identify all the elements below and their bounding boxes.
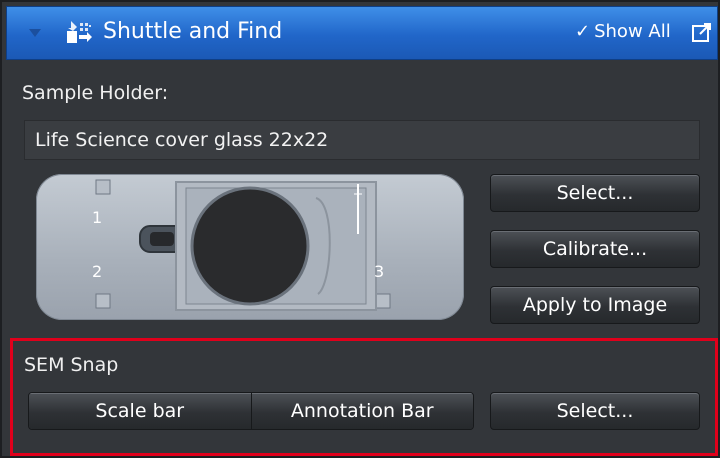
sample-holder-value: Life Science cover glass 22x22 [35,129,329,151]
sem-snap-select-button[interactable]: Select... [490,392,700,430]
calibrate-button[interactable]: Calibrate... [490,230,700,268]
annotation-bar-button[interactable]: Annotation Bar [250,393,473,429]
checkmark-icon: ✓ [575,21,591,42]
sample-holder-field[interactable]: Life Science cover glass 22x22 [24,120,700,160]
holder-mark-2: 2 [92,262,103,281]
sem-snap-label: SEM Snap [24,354,119,376]
sample-holder-label: Sample Holder: [22,82,169,104]
popout-icon[interactable] [691,21,713,43]
panel-title: Shuttle and Find [103,19,283,44]
sem-snap-segmented-control: Scale bar Annotation Bar [28,392,474,430]
scale-bar-button[interactable]: Scale bar [29,393,251,429]
holder-select-button[interactable]: Select... [490,174,700,212]
apply-to-image-button[interactable]: Apply to Image [490,286,700,324]
panel-titlebar[interactable]: Shuttle and Find ✓ Show All [6,6,718,60]
chevron-down-icon[interactable] [29,29,41,37]
show-all-toggle[interactable]: ✓ Show All [575,21,671,42]
holder-mark-1: 1 [92,208,103,227]
show-all-label: Show All [594,21,671,42]
shuttle-find-icon [67,21,92,43]
shuttle-and-find-panel: Shuttle and Find ✓ Show All Sample Holder… [0,0,720,458]
holder-mark-3: 3 [374,262,385,281]
sample-holder-image: 1 2 3 [36,174,464,320]
